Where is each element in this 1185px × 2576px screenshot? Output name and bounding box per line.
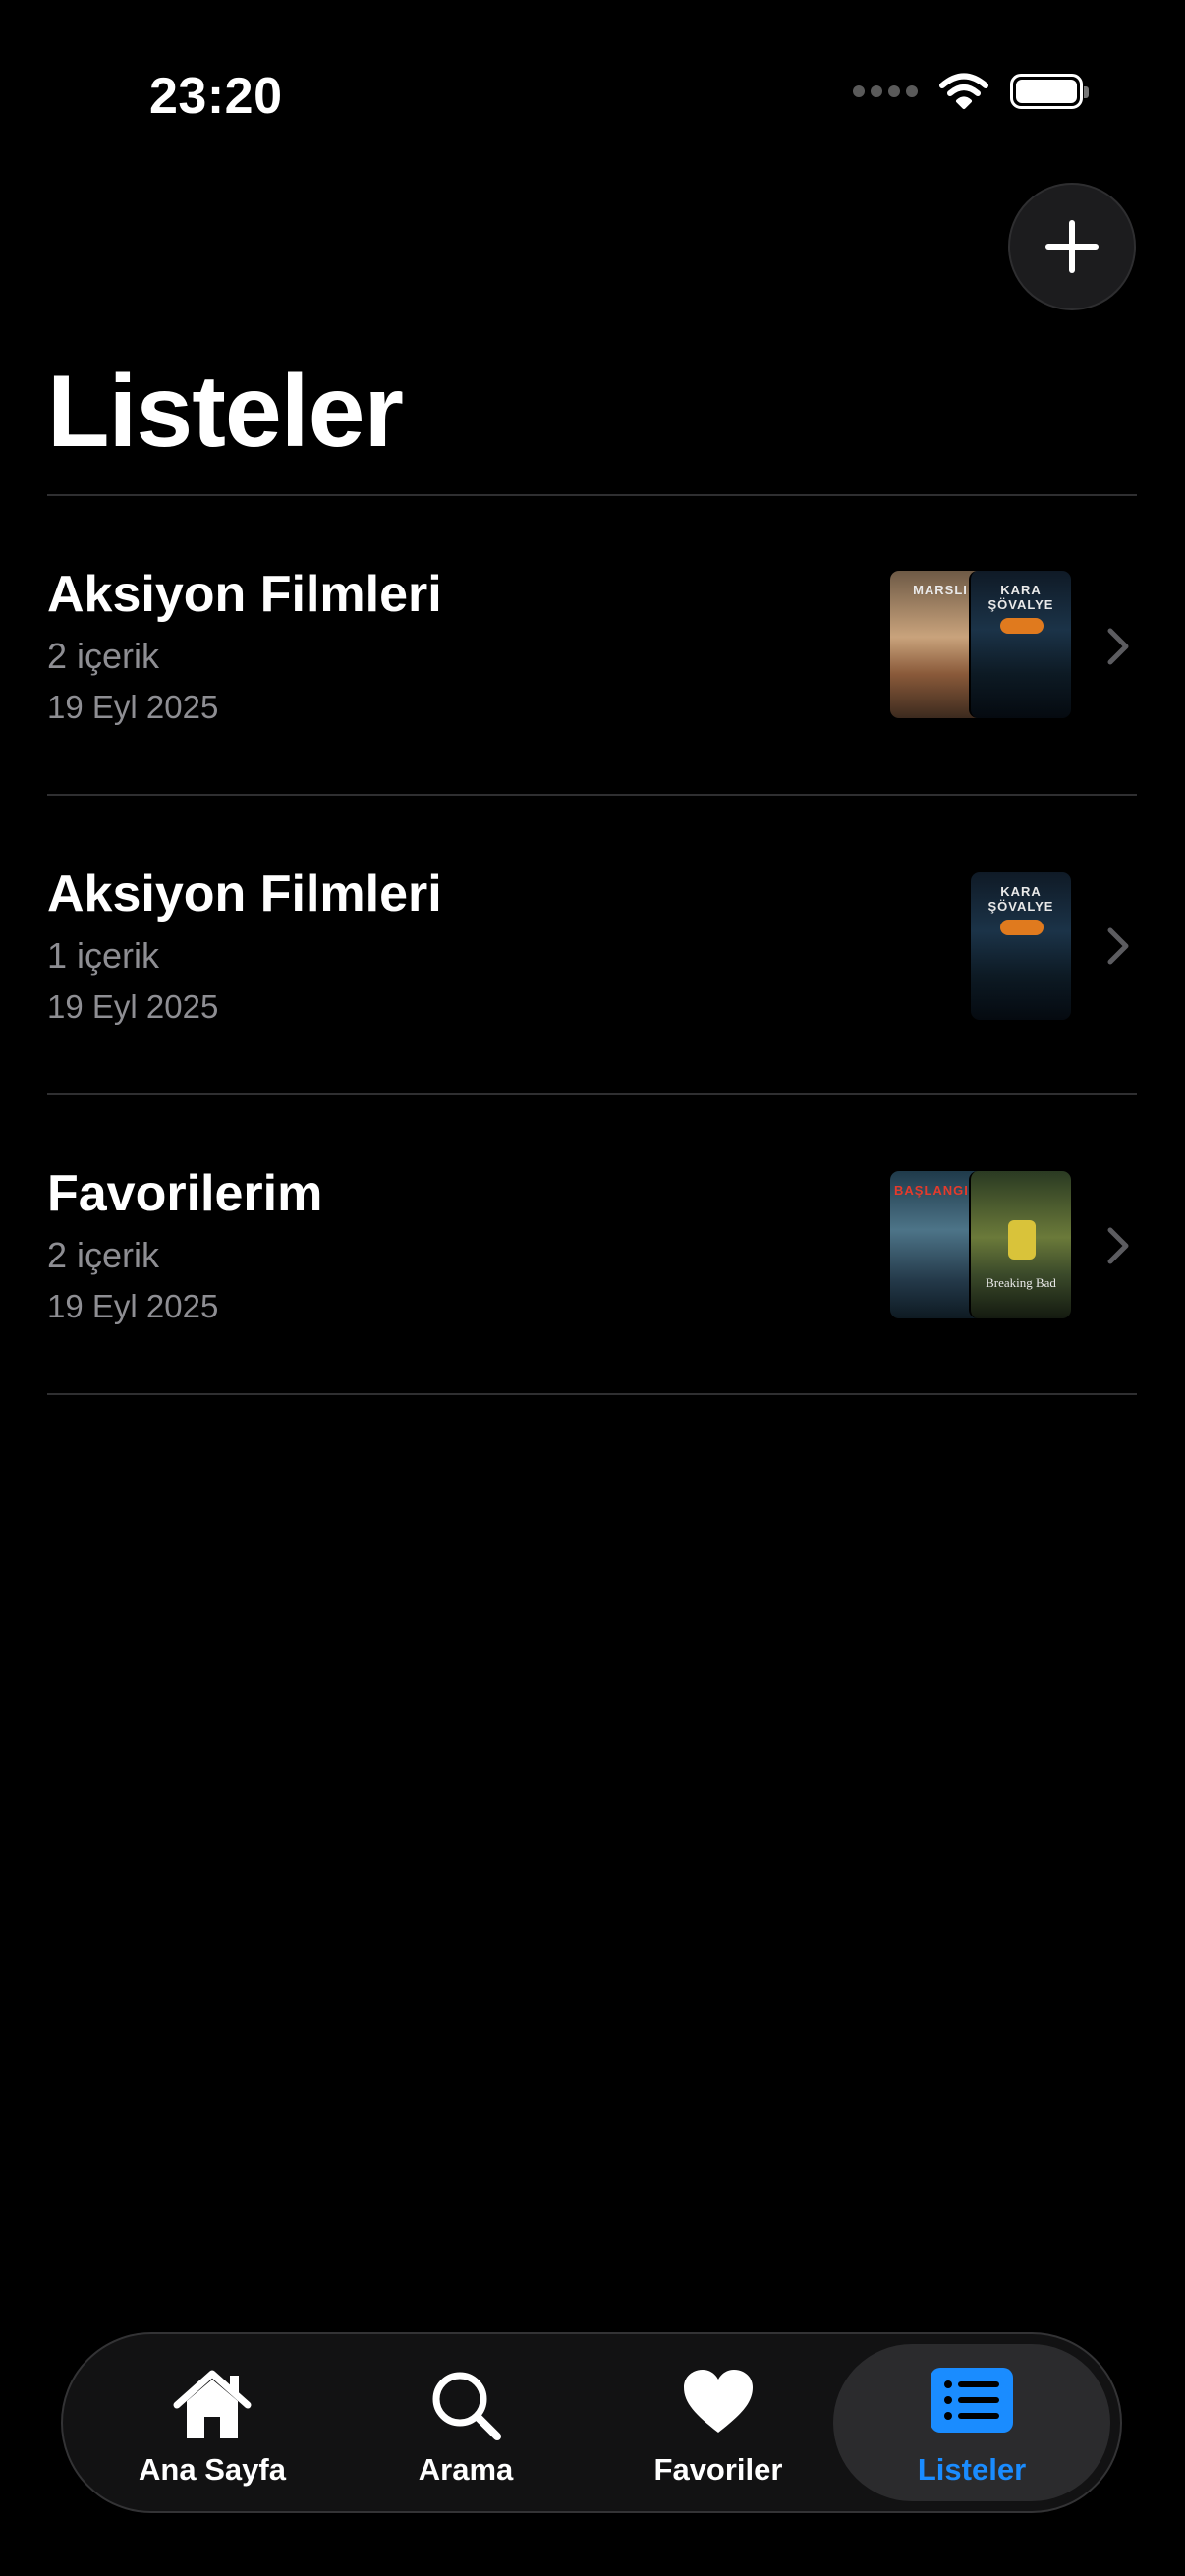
tab-ana-sayfa[interactable]: Ana Sayfa xyxy=(86,2334,338,2511)
poster-thumbnail: KARA ŞÖVALYE xyxy=(969,571,1071,718)
tab-label: Listeler xyxy=(917,2452,1027,2487)
chevron-right-icon xyxy=(1107,927,1129,965)
tab-listeler[interactable]: Listeler xyxy=(846,2334,1098,2511)
search-icon xyxy=(432,2372,501,2440)
poster-thumbnail: Breaking Bad xyxy=(969,1171,1071,1318)
list-item-count: 2 içerik xyxy=(47,636,160,676)
list-title: Aksiyon Filmleri xyxy=(47,566,442,623)
tab-label: Arama xyxy=(418,2452,514,2487)
house-icon xyxy=(173,2370,252,2438)
poster-title: KARA ŞÖVALYE xyxy=(988,884,1054,914)
tab-label: Favoriler xyxy=(653,2452,783,2487)
list-row-aksiyon-filmleri-2[interactable]: Aksiyon Filmleri 1 içerik 19 Eyl 2025 KA… xyxy=(0,796,1185,1094)
status-time: 23:20 xyxy=(149,68,283,125)
heart-icon xyxy=(684,2370,753,2433)
chevron-right-icon xyxy=(1107,1227,1129,1264)
list-title: Aksiyon Filmleri xyxy=(47,866,442,923)
status-indicators xyxy=(853,73,1089,110)
wifi-icon xyxy=(939,73,988,109)
list-icon xyxy=(931,2368,1013,2433)
divider xyxy=(47,1393,1137,1395)
list-row-favorilerim[interactable]: Favorilerim 2 içerik 19 Eyl 2025 BAŞLANG… xyxy=(0,1095,1185,1394)
tab-bar: Ana Sayfa Arama Favoriler Listeler xyxy=(61,2332,1122,2513)
list-date: 19 Eyl 2025 xyxy=(47,1288,219,1324)
cellular-signal-icon xyxy=(853,85,918,97)
poster-title: KARA ŞÖVALYE xyxy=(988,583,1054,612)
poster-title: Breaking Bad xyxy=(986,1275,1056,1290)
add-list-button[interactable] xyxy=(1008,183,1136,310)
list-item-count: 2 içerik xyxy=(47,1235,160,1275)
chevron-right-icon xyxy=(1107,628,1129,665)
list-date: 19 Eyl 2025 xyxy=(47,988,219,1025)
list-title: Favorilerim xyxy=(47,1165,323,1222)
list-item-count: 1 içerik xyxy=(47,935,160,976)
list-date: 19 Eyl 2025 xyxy=(47,689,219,725)
list-row-aksiyon-filmleri-1[interactable]: Aksiyon Filmleri 2 içerik 19 Eyl 2025 MA… xyxy=(0,496,1185,795)
tab-arama[interactable]: Arama xyxy=(340,2334,592,2511)
plus-icon xyxy=(1045,220,1099,273)
battery-icon xyxy=(1010,74,1089,109)
tab-label: Ana Sayfa xyxy=(139,2452,286,2487)
page-title: Listeler xyxy=(47,355,404,469)
poster-thumbnail: KARA ŞÖVALYE xyxy=(971,872,1071,1020)
tab-favoriler[interactable]: Favoriler xyxy=(592,2334,844,2511)
